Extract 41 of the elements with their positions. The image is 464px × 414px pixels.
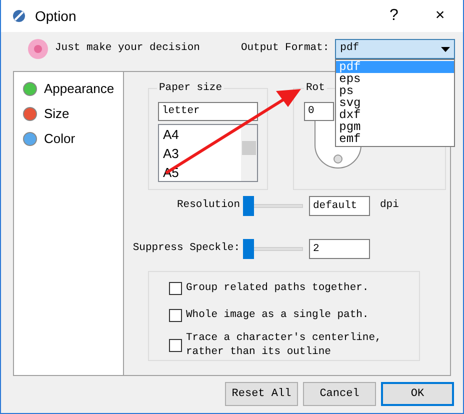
slider-label: Suppress Speckle: <box>132 241 240 256</box>
slider-thumb[interactable] <box>243 239 254 259</box>
dialog-button[interactable]: OK <box>381 382 454 406</box>
rotation-field[interactable]: 0 <box>304 102 334 121</box>
slider-value-field[interactable]: default <box>309 196 370 216</box>
list-item[interactable]: A3 <box>163 144 241 163</box>
sidebar-item[interactable]: Size <box>44 104 70 124</box>
flower-icon <box>25 37 51 61</box>
dialog-button[interactable]: Reset All <box>225 382 298 406</box>
output-format-label: Output Format: <box>240 41 330 56</box>
dropdown-option[interactable]: pgm <box>336 121 454 133</box>
scrollbar <box>241 125 257 181</box>
checkbox[interactable] <box>169 308 182 322</box>
slider[interactable] <box>243 239 303 259</box>
paper-size-field[interactable]: letter <box>158 102 258 121</box>
checkbox-label: Group related paths together. <box>186 281 369 295</box>
dropdown-option[interactable]: dxf <box>336 109 454 121</box>
checkbox[interactable] <box>169 282 182 294</box>
dropdown-option[interactable]: ps <box>336 85 454 97</box>
slider-thumb[interactable] <box>243 196 254 216</box>
unit-label: dpi <box>380 198 399 214</box>
sidebar-item[interactable]: Color <box>44 128 76 148</box>
help-button[interactable]: ? <box>371 0 417 32</box>
output-format-select[interactable]: pdf <box>335 39 456 59</box>
message-text: Just make your decision <box>55 41 200 56</box>
list-item[interactable]: A4 <box>163 125 241 144</box>
checkbox-label: Trace a character's centerline, rather than its outline <box>186 331 382 359</box>
checkbox-label: Whole image as a single path. <box>186 308 369 322</box>
slider-value-field[interactable]: 2 <box>309 239 370 259</box>
window-title: Option <box>35 6 76 26</box>
sidebar-item[interactable]: Appearance <box>44 78 114 98</box>
dialog-button[interactable]: Cancel <box>303 382 376 406</box>
dropdown-caret-icon <box>441 46 450 52</box>
dropdown-option[interactable]: svg <box>336 97 454 109</box>
checkbox[interactable] <box>169 338 182 352</box>
slider[interactable] <box>243 196 303 216</box>
close-button[interactable]: × <box>417 0 463 32</box>
dropdown-option[interactable]: eps <box>336 73 454 85</box>
app-icon <box>11 8 27 24</box>
dropdown-option[interactable]: emf <box>336 133 454 145</box>
slider-label: Resolution <box>176 198 240 214</box>
